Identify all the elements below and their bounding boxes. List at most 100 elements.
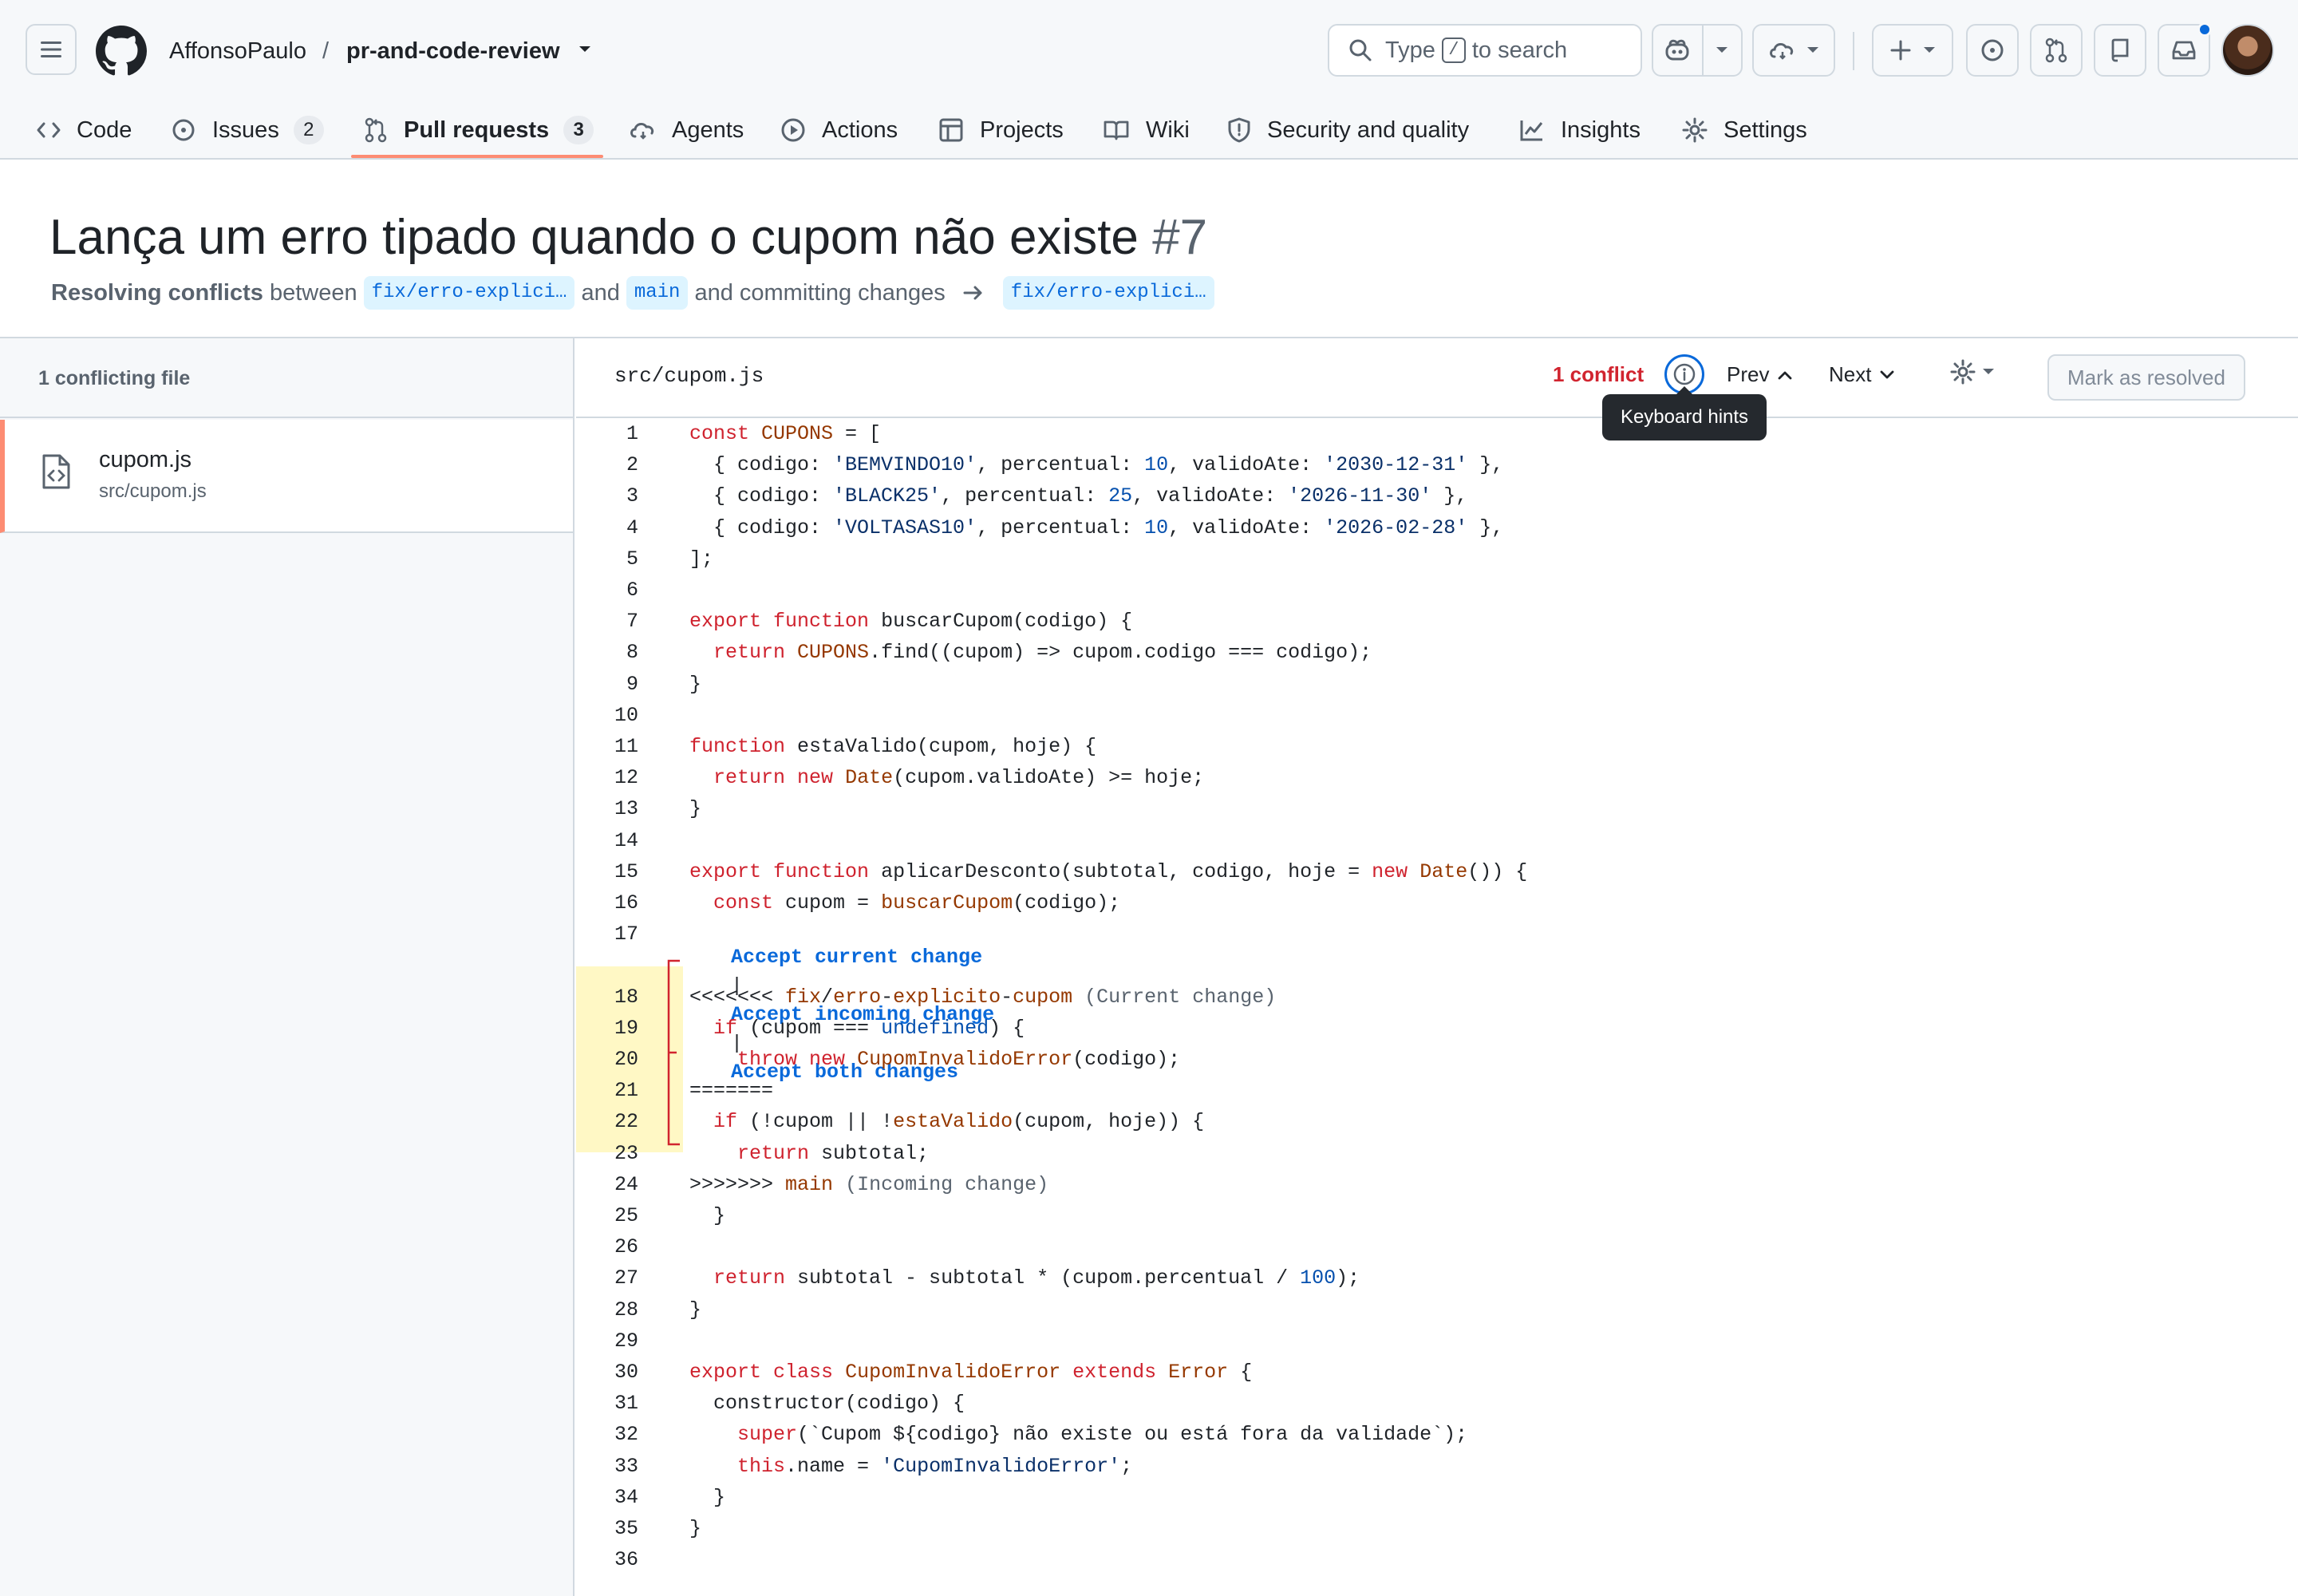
- code-line[interactable]: 22 if (!cupom || !estaValido(cupom, hoje…: [576, 1108, 2298, 1136]
- copilot-menu-button[interactable]: [1704, 26, 1741, 75]
- code-line[interactable]: 26: [576, 1233, 2298, 1262]
- editor-settings-button[interactable]: [1950, 359, 1995, 385]
- tab-wiki[interactable]: Wiki: [1103, 101, 1190, 160]
- line-number: 27: [614, 1266, 638, 1290]
- tab-settings[interactable]: Settings: [1682, 101, 1807, 160]
- code-line[interactable]: 25 }: [576, 1202, 2298, 1231]
- next-conflict-button[interactable]: Next: [1829, 362, 1895, 387]
- code-line[interactable]: 21 =======: [576, 1077, 2298, 1105]
- line-number: 28: [614, 1298, 638, 1321]
- editor-toolbar: src/cupom.js 1 conflict Prev Next Mark a…: [576, 338, 2298, 418]
- code-line[interactable]: 13}: [576, 795, 2298, 824]
- line-number: 35: [614, 1517, 638, 1540]
- head-branch-label[interactable]: fix/erro-explici…: [363, 276, 575, 310]
- code-line[interactable]: 24 >>>>>>> main (Incoming change): [576, 1171, 2298, 1199]
- file-path: src/cupom.js: [99, 480, 207, 502]
- code-line[interactable]: 28}: [576, 1296, 2298, 1325]
- repositories-button[interactable]: [2094, 24, 2146, 77]
- line-code: return new Date(cupom.validoAte) >= hoje…: [713, 766, 1205, 790]
- line-number: 31: [614, 1392, 638, 1416]
- code-line[interactable]: 15 export function aplicarDesconto(subtot…: [576, 858, 2298, 887]
- base-branch-label[interactable]: main: [626, 276, 689, 310]
- repo-owner-link[interactable]: AffonsoPaulo: [169, 35, 306, 67]
- code-line[interactable]: 3 { codigo: 'BLACK25', percentual: 25, v…: [576, 482, 2298, 511]
- create-new-button[interactable]: [1872, 24, 1953, 77]
- repo-dropdown-caret-icon[interactable]: [578, 45, 592, 54]
- prev-conflict-button[interactable]: Prev: [1727, 362, 1793, 387]
- code-line[interactable]: 23 return subtotal;: [576, 1140, 2298, 1168]
- line-code: { codigo: 'BEMVINDO10', percentual: 10, …: [689, 453, 1504, 477]
- code-line[interactable]: 19 if (cupom === undefined) {: [576, 1014, 2298, 1043]
- search-input[interactable]: Type / to search: [1328, 24, 1642, 77]
- tab-code[interactable]: Code: [37, 101, 132, 160]
- line-code: if (cupom === undefined) {: [713, 1016, 1025, 1040]
- code-line[interactable]: 18 <<<<<<< fix/erro-explicito-cupom (Curr…: [576, 983, 2298, 1012]
- line-number: 8: [626, 641, 638, 665]
- line-code: }: [689, 672, 702, 696]
- mark-as-resolved-button[interactable]: Mark as resolved: [2047, 354, 2245, 401]
- code-line[interactable]: 10: [576, 701, 2298, 730]
- code-line[interactable]: 2 { codigo: 'BEMVINDO10', percentual: 10…: [576, 451, 2298, 480]
- code-line[interactable]: 14: [576, 827, 2298, 855]
- tab-actions[interactable]: Actions: [780, 101, 898, 160]
- tab-insights[interactable]: Insights: [1519, 101, 1641, 160]
- code-line[interactable]: 30 export class CupomInvalidoError extend…: [576, 1358, 2298, 1387]
- issue-icon: [172, 119, 195, 141]
- line-code: throw new CupomInvalidoError(codigo);: [737, 1048, 1181, 1071]
- code-line[interactable]: 17: [576, 920, 2298, 949]
- line-code: super(`Cupom ${codigo} não existe ou est…: [737, 1423, 1468, 1447]
- code-line[interactable]: 35}: [576, 1515, 2298, 1543]
- tab-label: Settings: [1724, 117, 1807, 143]
- agent-button[interactable]: [1752, 24, 1835, 77]
- github-logo-icon[interactable]: [96, 26, 147, 77]
- line-number: 34: [614, 1485, 638, 1509]
- chevron-down-icon: [1881, 370, 1894, 378]
- code-line[interactable]: 27 return subtotal - subtotal * (cupom.p…: [576, 1264, 2298, 1293]
- tab-pull-requests[interactable]: Pull requests 3: [364, 101, 594, 160]
- code-line[interactable]: 31 constructor(codigo) {: [576, 1389, 2298, 1418]
- between-text: between: [269, 280, 357, 306]
- line-number: 5: [626, 547, 638, 571]
- pull-requests-button[interactable]: [2030, 24, 2083, 77]
- copilot-icon: [1665, 39, 1689, 61]
- cloud-agent-icon: [1770, 42, 1794, 60]
- tab-agents[interactable]: Agents: [629, 101, 744, 160]
- line-number: 9: [626, 672, 638, 696]
- code-line[interactable]: 9}: [576, 670, 2298, 699]
- issues-button[interactable]: [1966, 24, 2019, 77]
- code-line[interactable]: 29: [576, 1327, 2298, 1356]
- line-number: 19: [614, 1016, 638, 1040]
- tab-projects[interactable]: Projects: [938, 101, 1064, 160]
- gear-icon: [1682, 117, 1708, 143]
- code-line[interactable]: 32 super(`Cupom ${codigo} não existe ou …: [576, 1420, 2298, 1449]
- tab-issues[interactable]: Issues 2: [171, 101, 324, 160]
- repo-name-link[interactable]: pr-and-code-review: [346, 35, 560, 67]
- committing-text: and committing changes: [694, 280, 946, 306]
- line-code: { codigo: 'BLACK25', percentual: 25, val…: [689, 484, 1468, 508]
- graph-icon: [1520, 120, 1543, 141]
- menu-button[interactable]: [26, 24, 77, 75]
- caret-down-icon: [1983, 369, 1994, 374]
- code-line[interactable]: 16 const cupom = buscarCupom(codigo);: [576, 889, 2298, 918]
- code-line[interactable]: 6: [576, 576, 2298, 605]
- code-line[interactable]: 36: [576, 1546, 2298, 1574]
- code-line[interactable]: 11 function estaValido(cupom, hoje) {: [576, 733, 2298, 761]
- chevron-up-icon: [1779, 371, 1792, 379]
- target-branch-label[interactable]: fix/erro-explici…: [1002, 276, 1214, 310]
- accept-current-change-link[interactable]: Accept current change: [731, 946, 982, 969]
- code-line[interactable]: 12 return new Date(cupom.validoAte) >= h…: [576, 764, 2298, 792]
- code-line[interactable]: 33 this.name = 'CupomInvalidoError';: [576, 1452, 2298, 1481]
- code-line[interactable]: 4 { codigo: 'VOLTASAS10', percentual: 10…: [576, 514, 2298, 543]
- code-line[interactable]: 1 const CUPONS = [: [576, 420, 2298, 448]
- file-list-item[interactable]: cupom.js src/cupom.js: [0, 420, 573, 533]
- code-line[interactable]: 5];: [576, 545, 2298, 574]
- user-avatar[interactable]: [2221, 24, 2274, 77]
- code-line[interactable]: 8 return CUPONS.find((cupom) => cupom.co…: [576, 638, 2298, 667]
- line-number: 22: [614, 1110, 638, 1134]
- code-line[interactable]: 34 }: [576, 1483, 2298, 1512]
- code-editor[interactable]: Accept current change | Accept incoming …: [576, 420, 2298, 1596]
- code-line[interactable]: 20 throw new CupomInvalidoError(codigo);: [576, 1045, 2298, 1074]
- tab-security[interactable]: Security and quality: [1227, 101, 1469, 160]
- code-line[interactable]: 7 export function buscarCupom(codigo) {: [576, 607, 2298, 636]
- copilot-button[interactable]: [1653, 26, 1702, 75]
